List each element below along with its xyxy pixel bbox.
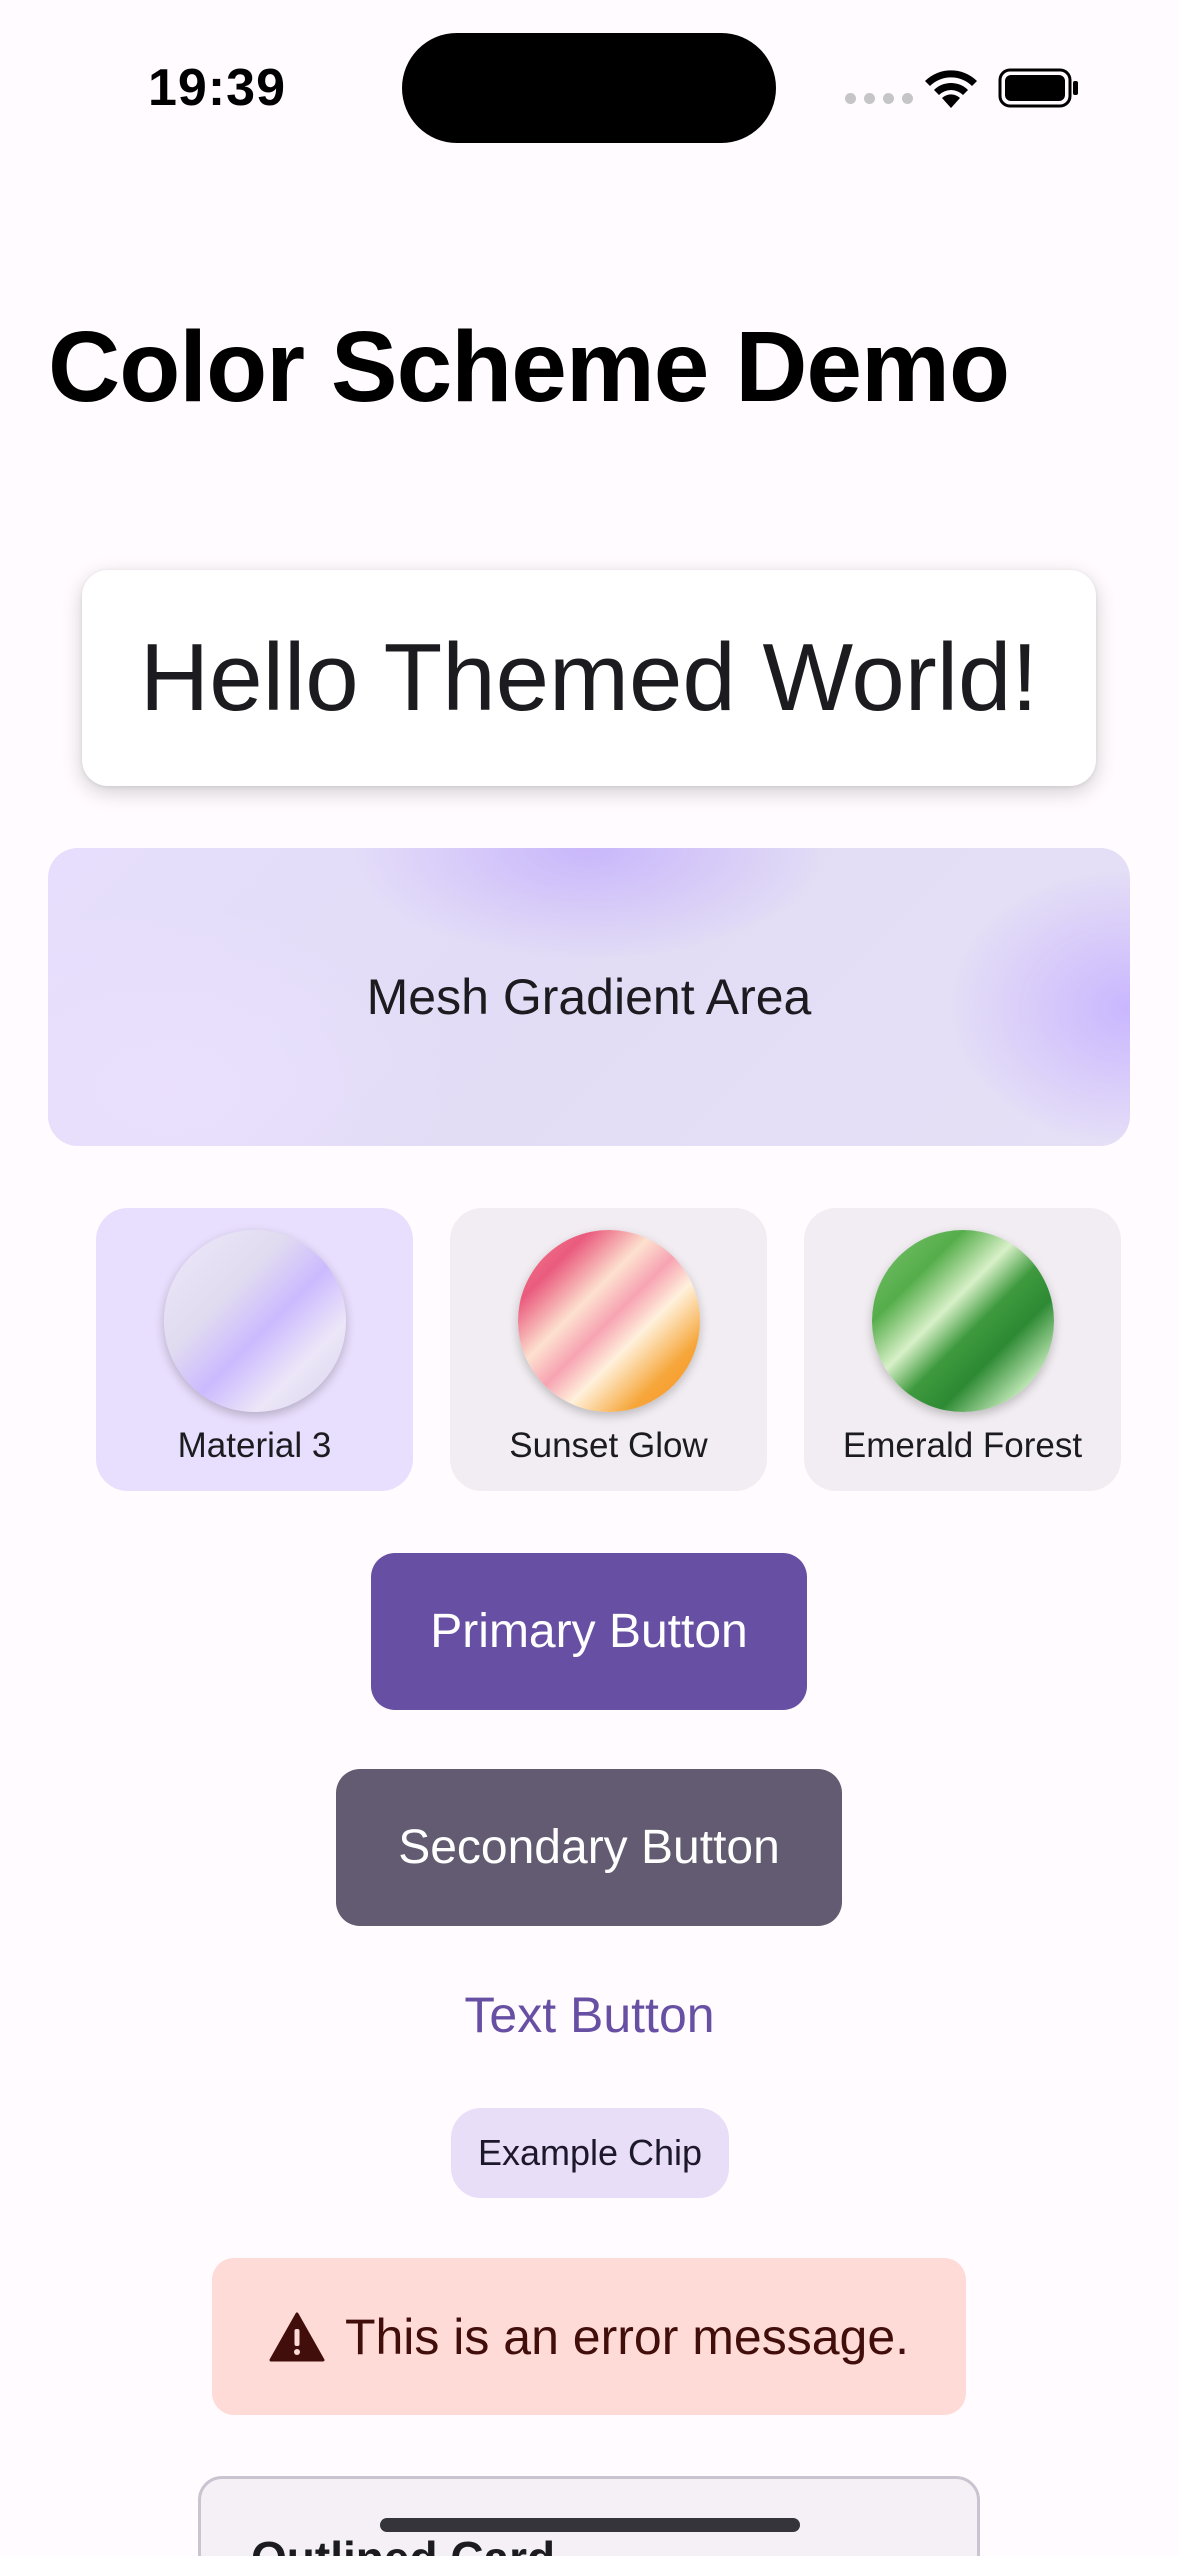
home-indicator[interactable] <box>380 2518 800 2532</box>
mesh-gradient-area: Mesh Gradient Area <box>48 848 1130 1146</box>
status-bar: 19:39 <box>0 0 1179 150</box>
battery-icon <box>998 68 1078 108</box>
scheme-option-sunset-glow[interactable]: Sunset Glow <box>450 1208 767 1491</box>
warning-icon <box>269 2312 325 2361</box>
scheme-swatch <box>164 1230 346 1412</box>
error-text: This is an error message. <box>344 2308 910 2365</box>
scheme-swatch <box>872 1230 1054 1412</box>
scheme-label: Emerald Forest <box>842 1426 1083 1465</box>
cellular-signal-icon <box>845 93 913 104</box>
outlined-card: Outlined Card <box>198 2476 980 2556</box>
text-button[interactable]: Text Button <box>0 1986 1179 2044</box>
scheme-option-material-3[interactable]: Material 3 <box>96 1208 413 1491</box>
example-chip[interactable]: Example Chip <box>451 2108 729 2198</box>
primary-button[interactable]: Primary Button <box>371 1553 807 1710</box>
color-scheme-picker: Material 3 Sunset Glow Emerald Forest <box>96 1208 1121 1491</box>
scheme-label: Sunset Glow <box>509 1426 708 1465</box>
dynamic-island <box>402 33 776 143</box>
secondary-button[interactable]: Secondary Button <box>336 1769 842 1926</box>
error-message: This is an error message. <box>212 2258 966 2415</box>
scheme-label: Material 3 <box>177 1426 332 1465</box>
outlined-card-title: Outlined Card <box>251 2531 555 2556</box>
status-time: 19:39 <box>148 59 286 117</box>
scheme-option-emerald-forest[interactable]: Emerald Forest <box>804 1208 1121 1491</box>
wifi-icon <box>925 70 977 108</box>
page-title: Color Scheme Demo <box>48 311 1010 423</box>
scheme-swatch <box>518 1230 700 1412</box>
hello-card: Hello Themed World! <box>82 570 1096 786</box>
